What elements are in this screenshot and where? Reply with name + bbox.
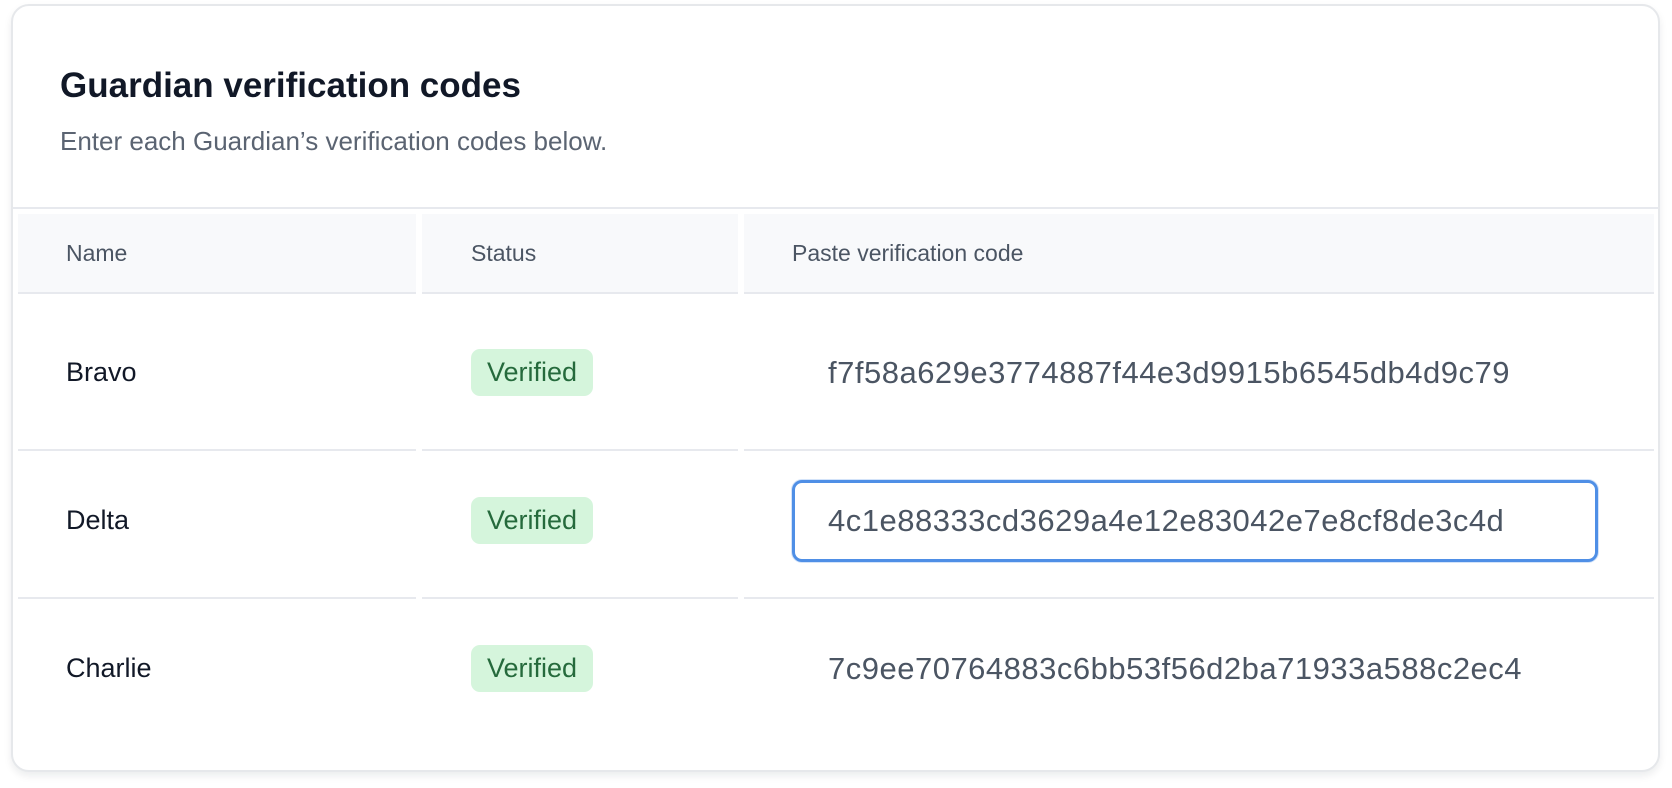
verification-code-input[interactable] (828, 335, 1564, 411)
status-badge: Verified (471, 497, 594, 544)
column-header-code-label: Paste verification code (792, 240, 1024, 266)
name-cell: Charlie (18, 590, 416, 747)
column-header-status: Status (422, 214, 738, 294)
code-input-wrapper-focused (792, 480, 1598, 562)
table-row: Bravo Verified (18, 294, 1654, 451)
page-subtitle: Enter each Guardian’s verification codes… (60, 126, 608, 156)
column-header-name: Name (18, 214, 416, 294)
code-input-wrapper (792, 628, 1598, 710)
verification-card: Guardian verification codes Enter each G… (11, 4, 1660, 772)
name-cell: Bravo (18, 294, 416, 451)
page-title: Guardian verification codes (60, 66, 521, 105)
column-header-status-label: Status (471, 240, 537, 266)
guardian-name: Charlie (66, 653, 152, 683)
column-header-code: Paste verification code (744, 214, 1654, 294)
guardian-name: Delta (66, 505, 130, 535)
verification-code-input[interactable] (828, 631, 1564, 707)
guardian-name: Bravo (66, 357, 137, 387)
status-badge: Verified (471, 349, 594, 396)
column-header-name-label: Name (66, 240, 128, 266)
card-header: Guardian verification codes Enter each G… (13, 6, 1658, 209)
name-cell: Delta (18, 442, 416, 599)
status-cell: Verified (422, 294, 738, 451)
guardian-codes-table: Name Status Paste verification code Brav… (18, 214, 1654, 769)
code-cell (744, 590, 1654, 747)
table-row: Delta Verified (18, 442, 1654, 599)
table-header: Name Status Paste verification code (18, 214, 1654, 294)
verification-code-input[interactable] (828, 483, 1564, 559)
status-cell: Verified (422, 442, 738, 599)
status-badge: Verified (471, 645, 594, 692)
status-cell: Verified (422, 590, 738, 747)
code-input-wrapper (792, 332, 1598, 414)
code-cell (744, 294, 1654, 451)
code-cell (744, 442, 1654, 599)
table-row: Charlie Verified (18, 590, 1654, 747)
